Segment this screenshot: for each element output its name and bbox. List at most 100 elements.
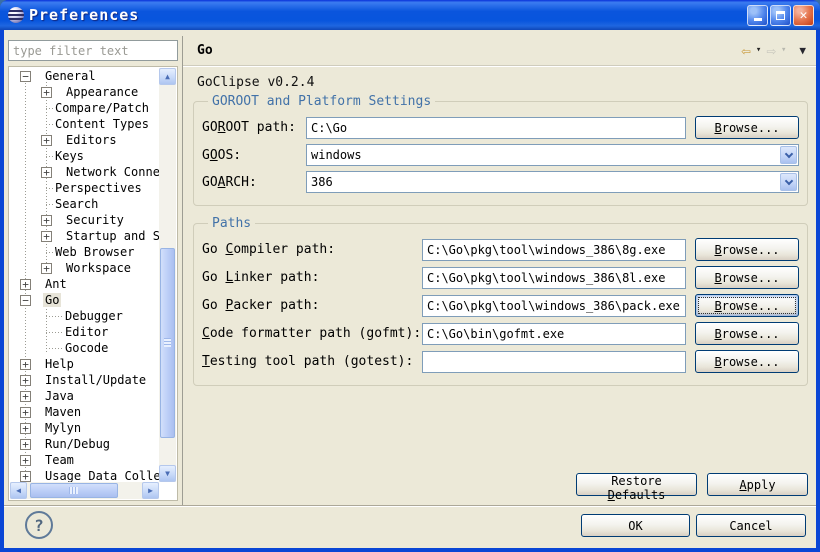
tree-item-content-types[interactable]: Content Types <box>10 116 159 132</box>
form-row: Go Linker path: Browse... <box>202 266 799 289</box>
tree-item-keys[interactable]: Keys <box>10 148 159 164</box>
scroll-right-button[interactable]: ▶ <box>142 482 159 499</box>
close-button[interactable]: ✕ <box>793 5 814 26</box>
browse-goroot-button[interactable]: Browse... <box>695 116 799 139</box>
maximize-icon <box>776 11 785 20</box>
browse-compiler-button[interactable]: Browse... <box>695 238 799 261</box>
help-button[interactable]: ? <box>25 511 53 539</box>
tree-item-gocode[interactable]: Gocode <box>10 340 159 356</box>
tree-item-maven[interactable]: +Maven <box>10 404 159 420</box>
browse-linker-button[interactable]: Browse... <box>695 266 799 289</box>
tree-item-general[interactable]: −General <box>10 68 159 84</box>
form-row: Go Compiler path: Browse... <box>202 238 799 261</box>
scroll-down-button[interactable]: ▼ <box>159 465 176 482</box>
goarch-value: 386 <box>311 175 333 189</box>
tree-item-search[interactable]: Search <box>10 196 159 212</box>
browse-packer-button[interactable]: Browse... <box>695 294 799 317</box>
expand-icon[interactable]: + <box>41 263 52 274</box>
group-title: GOROOT and Platform Settings <box>208 94 435 109</box>
browse-gotest-button[interactable]: Browse... <box>695 350 799 373</box>
horizontal-scrollbar[interactable]: ◀ ▶ <box>10 482 159 499</box>
restore-defaults-button[interactable]: Restore Defaults <box>576 473 697 496</box>
tree-item-java[interactable]: +Java <box>10 388 159 404</box>
tree-item-install-update[interactable]: +Install/Update <box>10 372 159 388</box>
goroot-path-input[interactable] <box>306 117 686 139</box>
expand-icon[interactable]: + <box>20 375 31 386</box>
go-linker-path-input[interactable] <box>422 267 686 289</box>
group-title: Paths <box>208 216 255 231</box>
expand-icon[interactable]: + <box>41 135 52 146</box>
expand-icon[interactable]: + <box>20 423 31 434</box>
gofmt-path-label: Code formatter path (gofmt): <box>202 326 422 341</box>
back-menu-icon[interactable]: ▾ <box>756 46 761 55</box>
tree-item-run-debug[interactable]: + Run/Debug <box>10 436 159 452</box>
tree-item-editor[interactable]: Editor <box>10 324 159 340</box>
chevron-down-icon[interactable] <box>780 173 797 191</box>
eclipse-icon <box>8 7 24 23</box>
tree-item-security[interactable]: + Security <box>10 212 159 228</box>
tree-item-debugger[interactable]: Debugger <box>10 308 159 324</box>
gotest-path-input[interactable] <box>422 351 686 373</box>
browse-gofmt-button[interactable]: Browse... <box>695 322 799 345</box>
go-compiler-path-input[interactable] <box>422 239 686 261</box>
tree-item-usage-data-collect[interactable]: +Usage Data Collect <box>10 468 159 482</box>
tree-item-web-browser[interactable]: Web Browser <box>10 244 159 260</box>
maximize-button[interactable] <box>770 5 791 26</box>
cancel-button[interactable]: Cancel <box>696 514 806 537</box>
tree-item-network-connect[interactable]: + Network Connect <box>10 164 159 180</box>
expand-icon[interactable]: + <box>20 471 31 482</box>
vertical-scroll-thumb[interactable] <box>160 248 175 438</box>
form-row: GOARCH: 386 <box>202 171 799 193</box>
goarch-combo[interactable]: 386 <box>306 171 799 193</box>
go-packer-path-input[interactable] <box>422 295 686 317</box>
tree-item-label: Perspectives <box>53 181 144 195</box>
preference-page-panel: Go ⇦ ▾ ⇨ ▾ ▼ GoClipse v0.2.4 GOROOT and … <box>182 36 816 505</box>
tree-item-startup-and-shu[interactable]: +Startup and Shu <box>10 228 159 244</box>
minimize-button[interactable] <box>747 5 768 26</box>
goos-value: windows <box>311 148 362 162</box>
expand-icon[interactable]: + <box>41 215 52 226</box>
expand-icon[interactable]: + <box>20 391 31 402</box>
tree-item-compare-patch[interactable]: Compare/Patch <box>10 100 159 116</box>
tree-item-label: Network Connect <box>64 165 159 179</box>
expand-icon[interactable]: + <box>20 455 31 466</box>
tree-item-mylyn[interactable]: +Mylyn <box>10 420 159 436</box>
tree-item-label: Security <box>64 213 126 227</box>
collapse-icon[interactable]: − <box>20 71 31 82</box>
expand-icon[interactable]: + <box>20 359 31 370</box>
ok-button[interactable]: OK <box>581 514 690 537</box>
vertical-scrollbar[interactable]: ▲ ▼ <box>159 68 176 482</box>
goarch-label: GOARCH: <box>202 175 306 190</box>
goos-combo[interactable]: windows <box>306 144 799 166</box>
expand-icon[interactable]: + <box>20 407 31 418</box>
expand-icon[interactable]: + <box>20 279 31 290</box>
goroot-path-label: GOROOT path: <box>202 120 306 135</box>
tree-item-go[interactable]: − Go <box>10 292 159 308</box>
tree-item-label: Workspace <box>64 261 133 275</box>
expand-icon[interactable]: + <box>41 87 52 98</box>
expand-icon[interactable]: + <box>20 439 31 450</box>
tree-item-help[interactable]: +Help <box>10 356 159 372</box>
tree-item-ant[interactable]: +Ant <box>10 276 159 292</box>
tree-item-label: Go <box>43 293 61 307</box>
gofmt-path-input[interactable] <box>422 323 686 345</box>
horizontal-scroll-thumb[interactable] <box>30 483 118 498</box>
tree-item-appearance[interactable]: +Appearance <box>10 84 159 100</box>
scroll-left-button[interactable]: ◀ <box>10 482 27 499</box>
tree-item-team[interactable]: +Team <box>10 452 159 468</box>
go-packer-path-label: Go Packer path: <box>202 298 422 313</box>
tree-item-perspectives[interactable]: Perspectives <box>10 180 159 196</box>
tree-item-label: Content Types <box>53 117 151 131</box>
expand-icon[interactable]: + <box>41 167 52 178</box>
tree-item-editors[interactable]: +Editors <box>10 132 159 148</box>
back-icon[interactable]: ⇦ <box>741 43 751 59</box>
scroll-up-button[interactable]: ▲ <box>159 68 176 85</box>
chevron-down-icon[interactable] <box>780 146 797 164</box>
view-menu-icon[interactable]: ▼ <box>799 45 806 56</box>
expand-icon[interactable]: + <box>41 231 52 242</box>
collapse-icon[interactable]: − <box>20 295 31 306</box>
filter-input[interactable] <box>8 40 178 61</box>
tree-item-workspace[interactable]: + Workspace <box>10 260 159 276</box>
apply-button[interactable]: Apply <box>707 473 808 496</box>
tree-item-label: Run/Debug <box>43 437 112 451</box>
